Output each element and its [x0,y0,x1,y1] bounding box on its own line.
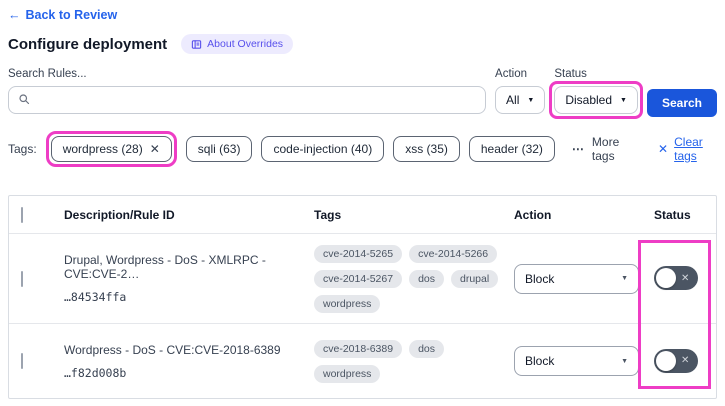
tag-pill: wordpress [314,365,380,383]
rule-description: Wordpress - DoS - CVE:CVE-2018-6389 [64,343,304,357]
rules-table: Description/Rule ID Tags Action Status D… [8,195,717,399]
action-dropdown[interactable]: Block ▼ [514,264,639,294]
tag-chip-wordpress-selected[interactable]: wordpress (28) ✕ [51,136,172,162]
tags-bar: Tags: wordpress (28) ✕ sqli (63) code-inj… [8,130,717,168]
tag-pill: cve-2014-5267 [314,270,402,288]
toggle-off-x-icon: ✕ [681,355,689,366]
chevron-down-icon: ▼ [527,97,534,104]
chevron-down-icon: ▼ [620,97,627,104]
search-button[interactable]: Search [647,89,717,117]
clear-tags-label: Clear tags [674,135,717,163]
action-dropdown[interactable]: Block ▼ [514,346,639,376]
search-icon [18,93,30,108]
tag-pill: wordpress [314,295,380,313]
page-title: Configure deployment [8,36,167,53]
selected-tag-highlight: wordpress (28) ✕ [46,131,177,167]
column-header-tags: Tags [304,208,504,222]
action-value: Block [525,272,554,286]
rule-tags: cve-2014-5265 cve-2014-5266 cve-2014-5267 d… [314,245,509,313]
status-toggle[interactable]: ✕ [654,266,698,290]
back-arrow-icon: ← [8,8,21,22]
tag-chip[interactable]: header (32) [469,136,555,162]
toggle-knob [656,351,676,371]
tags-label: Tags: [8,142,37,156]
back-link-label: Back to Review [26,8,118,22]
filter-bar: Search Rules... Action All ▼ Status Disa… [8,68,717,117]
rule-id: …84534ffa [64,290,304,304]
row-checkbox[interactable] [21,271,23,287]
toggle-off-x-icon: ✕ [681,273,689,284]
tag-pill: dos [409,340,444,358]
clear-icon: ✕ [658,142,668,156]
about-overrides-label: About Overrides [207,38,283,50]
table-row: Drupal, Wordpress - DoS - XMLRPC - CVE:C… [9,233,716,323]
about-overrides-badge[interactable]: About Overrides [181,34,293,54]
tag-chip-list: sqli (63) code-injection (40) xss (35) head… [186,136,555,162]
chevron-down-icon: ▼ [621,358,628,365]
action-filter-label: Action [495,68,545,80]
tag-chip[interactable]: sqli (63) [186,136,253,162]
more-tags-button[interactable]: ⋯ More tags [572,135,633,163]
status-filter-dropdown[interactable]: Disabled ▼ [554,86,638,114]
status-filter-highlight: Disabled ▼ [549,81,643,119]
search-rules-label: Search Rules... [8,68,486,80]
book-icon [191,39,202,50]
action-value: Block [525,354,554,368]
table-row: Wordpress - DoS - CVE:CVE-2018-6389 …f82… [9,323,716,398]
select-all-checkbox[interactable] [21,207,23,223]
more-tags-label: More tags [592,135,633,163]
action-filter-value: All [506,93,519,107]
rule-id: …f82d008b [64,366,304,380]
ellipsis-icon: ⋯ [572,142,585,156]
rule-description: Drupal, Wordpress - DoS - XMLRPC - CVE:C… [64,253,304,281]
remove-tag-icon[interactable]: ✕ [150,142,160,156]
tag-chip[interactable]: xss (35) [393,136,460,162]
action-filter-dropdown[interactable]: All ▼ [495,86,545,114]
selected-tag-label: wordpress (28) [63,142,143,156]
tag-pill: cve-2018-6389 [314,340,402,358]
table-header-row: Description/Rule ID Tags Action Status [9,196,716,233]
status-toggle[interactable]: ✕ [654,349,698,373]
column-header-description: Description/Rule ID [54,208,304,222]
status-filter-value: Disabled [565,93,612,107]
page-header: Configure deployment About Overrides [8,34,717,54]
tag-pill: dos [409,270,444,288]
tag-pill: drupal [451,270,498,288]
chevron-down-icon: ▼ [621,275,628,282]
column-header-status: Status [644,208,716,222]
toggle-knob [656,268,676,288]
row-checkbox[interactable] [21,353,23,369]
clear-tags-link[interactable]: ✕ Clear tags [658,135,717,163]
rule-tags: cve-2018-6389 dos wordpress [314,340,509,383]
tag-pill: cve-2014-5266 [409,245,497,263]
column-header-action: Action [504,208,644,222]
search-input-container [8,86,486,114]
tag-pill: cve-2014-5265 [314,245,402,263]
status-filter-label: Status [554,68,638,80]
back-to-review-link[interactable]: ← Back to Review [8,8,117,22]
search-rules-input[interactable] [36,93,476,107]
tag-chip[interactable]: code-injection (40) [261,136,384,162]
